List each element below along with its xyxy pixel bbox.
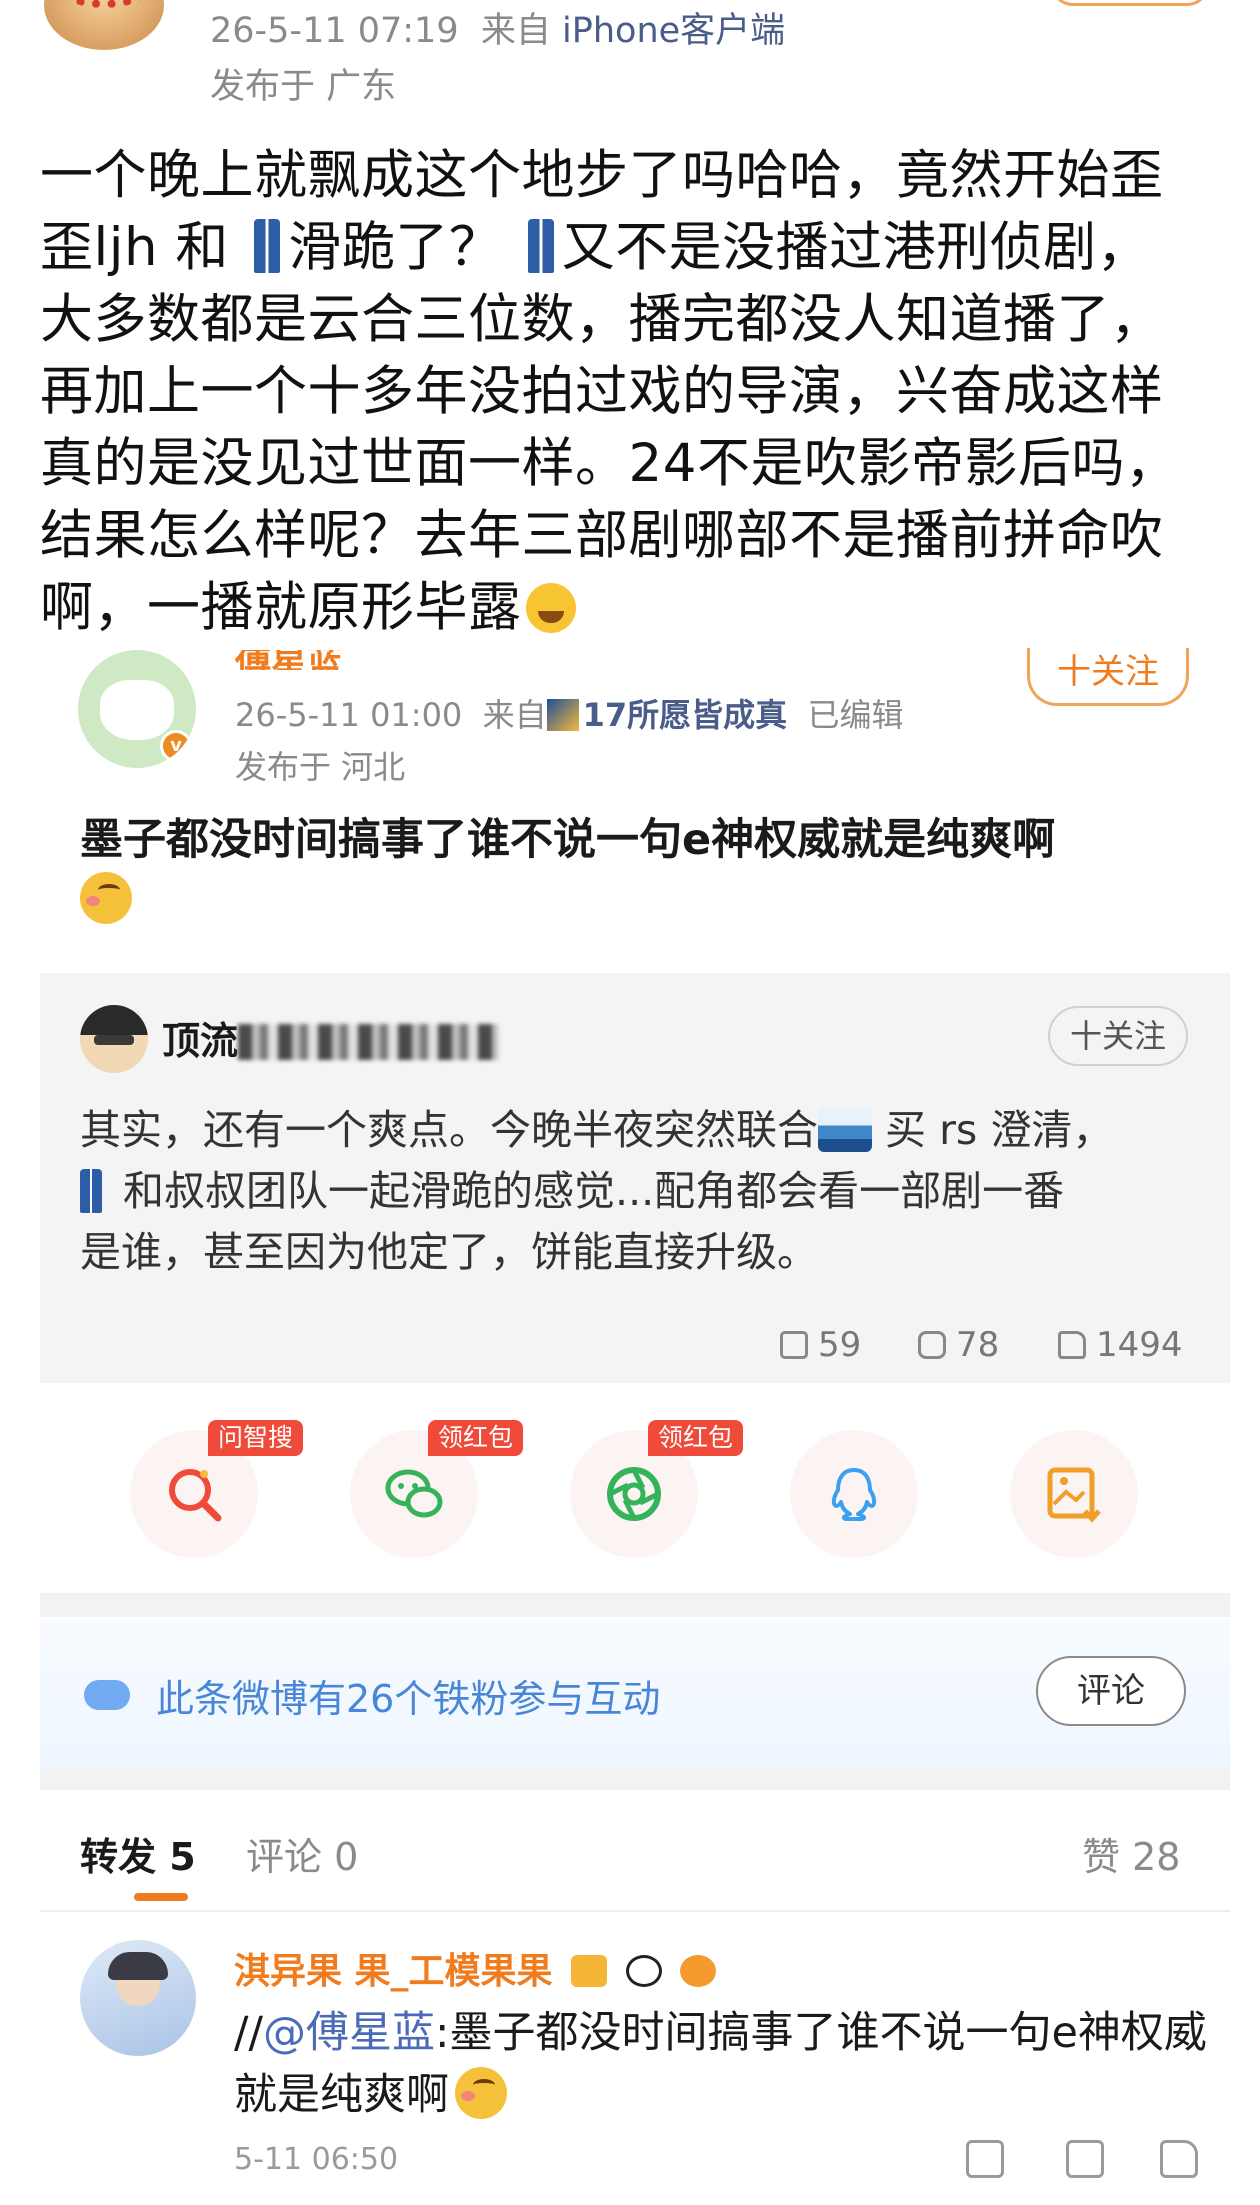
blushing-face-emoji-icon	[80, 872, 132, 924]
like-count-value: 1494	[1096, 1325, 1183, 1365]
repost-icon	[780, 1331, 808, 1359]
active-tab-indicator	[134, 1893, 188, 1901]
quoted-source-prefix: 来自	[482, 696, 547, 734]
card-body: 其实，还有一个爽点。今晚半夜突然联合 买 rs 澄清， 和叔叔团队一起滑跪的感觉…	[80, 1100, 1180, 1283]
redacted-name-blur	[238, 1024, 499, 1060]
quoted-author-avatar[interactable]: v	[78, 650, 196, 768]
like-icon	[1058, 1331, 1086, 1359]
verified-badge-icon: v	[160, 730, 192, 762]
crying-face-emoji-icon	[525, 583, 576, 633]
quoted-post-meta: 26-5-11 01:00 来自 17所愿皆成真 已编辑	[235, 690, 904, 736]
quoted-post-text: 墨子都没时间搞事了谁不说一句e神权威就是纯爽啊	[80, 815, 1056, 865]
section-divider	[40, 1593, 1230, 1617]
repost-author-name[interactable]: 淇异果 果_工模果果	[234, 1951, 553, 1992]
moments-icon	[607, 1467, 661, 1521]
post-timestamp: 26-5-11 07:19	[210, 11, 459, 51]
comment-count[interactable]: 78	[918, 1325, 999, 1365]
jeans-emoji-icon	[80, 1169, 102, 1213]
repost-author-avatar[interactable]	[80, 1940, 196, 2056]
author-avatar[interactable]	[44, 0, 164, 50]
post-line-part: 歪ljh 和	[40, 217, 229, 278]
post-line: 啊，一播就原形毕露	[40, 572, 1230, 644]
panda-badge-icon	[625, 1955, 662, 1987]
repost-body: //@傅星蓝:墨子都没时间搞事了谁不说一句e神权威就是纯爽啊	[234, 2002, 1214, 2126]
tab-likes[interactable]: 赞 28	[1082, 1826, 1180, 1881]
fans-icon	[84, 1680, 130, 1710]
post-meta: 26-5-11 07:19 来自 iPhone客户端	[210, 2, 785, 53]
post-line: 一个晚上就飘成这个地步了吗哈哈，竟然开始歪	[40, 145, 1164, 206]
quoted-author-name[interactable]: 傅星蓝	[235, 650, 535, 670]
post-line: 结果怎么样呢？去年三部剧哪部不是播前拼命吹	[40, 505, 1164, 566]
repost-like-icon[interactable]	[1160, 2140, 1198, 2178]
fans-interaction-text[interactable]: 此条微博有26个铁粉参与互动	[156, 1668, 660, 1723]
jeans-emoji-icon	[254, 219, 281, 273]
source-star-icon	[546, 699, 579, 731]
post-line-part: 又不是没播过港刑侦剧，	[561, 217, 1151, 278]
pufferfish-badge-icon	[680, 1955, 717, 1987]
qq-icon	[831, 1468, 877, 1521]
quoted-timestamp: 26-5-11 01:00	[235, 696, 463, 734]
post-line: 歪ljh 和 滑跪了？ 又不是没播过港刑侦剧，	[40, 212, 1230, 284]
card-line: 其实，还有一个爽点。今晚半夜突然联合 买 rs 澄清，	[80, 1100, 1180, 1161]
repost-count[interactable]: 59	[780, 1325, 861, 1365]
share-qq-button[interactable]	[790, 1430, 918, 1558]
post-line-part: 啊，一播就原形毕露	[40, 577, 522, 638]
quoted-source-name[interactable]: 17所愿皆成真	[583, 696, 788, 734]
card-follow-button[interactable]: 十关注	[1048, 1006, 1188, 1066]
like-count[interactable]: 1494	[1058, 1325, 1183, 1365]
wave-emoji-icon	[818, 1108, 872, 1152]
share-tag: 领红包	[648, 1420, 744, 1456]
quoted-author-name-clip: 傅星蓝	[235, 650, 535, 670]
comment-count-value: 78	[956, 1325, 1000, 1365]
tab-reposts[interactable]: 转发 5	[80, 1826, 196, 1881]
quoted-location: 发布于 河北	[235, 748, 406, 786]
post-location: 发布于 广东	[210, 67, 397, 107]
follow-button[interactable]	[1050, 0, 1210, 6]
post-source-client[interactable]: iPhone客户端	[562, 11, 785, 51]
post-source-prefix: 来自	[480, 11, 551, 51]
card-author-name-text: 顶流	[162, 1019, 239, 1063]
quoted-follow-button[interactable]: 十关注	[1027, 648, 1189, 706]
card-line: 是谁，甚至因为他定了，饼能直接升级。	[80, 1228, 818, 1276]
card-line-part: 其实，还有一个爽点。今晚半夜突然联合	[80, 1106, 818, 1154]
wechat-icon	[385, 1469, 443, 1518]
edited-label: 已编辑	[807, 696, 904, 734]
comment-icon	[918, 1331, 946, 1359]
section-divider	[40, 1768, 1230, 1790]
post-line-part: 滑跪了？	[288, 217, 503, 278]
card-author-name[interactable]: 顶流	[162, 1010, 499, 1065]
post-line: 再加上一个十多年没拍过戏的导演，兴奋成这样	[40, 361, 1164, 422]
crown-badge-icon	[571, 1955, 608, 1987]
share-tag: 领红包	[428, 1420, 524, 1456]
card-author-avatar[interactable]	[80, 1005, 148, 1073]
search-ai-icon	[169, 1469, 222, 1522]
repost-prefix: //	[234, 2008, 263, 2058]
jeans-emoji-icon	[527, 219, 554, 273]
tab-comments[interactable]: 评论 0	[246, 1826, 358, 1881]
repost-count-value: 59	[818, 1325, 862, 1365]
share-save-image-button[interactable]	[1010, 1430, 1138, 1558]
repost-author[interactable]: 淇异果 果_工模果果	[234, 1942, 717, 1994]
card-line-part: 买 rs 澄清，	[885, 1106, 1114, 1154]
save-image-icon	[1047, 1467, 1101, 1523]
repost-time: 5-11 06:50	[234, 2142, 399, 2177]
share-tag: 问智搜	[208, 1420, 304, 1456]
post-line: 大多数都是云合三位数，播完都没人知道播了，	[40, 289, 1164, 350]
repost-comment-icon[interactable]	[1066, 2140, 1104, 2178]
repost-share-icon[interactable]	[966, 2140, 1004, 2178]
card-line-part: 和叔叔团队一起滑跪的感觉...配角都会看一部剧一番	[123, 1167, 1065, 1215]
tab-divider	[40, 1910, 1230, 1912]
blushing-face-emoji-icon	[455, 2067, 507, 2119]
post-body: 一个晚上就飘成这个地步了吗哈哈，竟然开始歪 歪ljh 和 滑跪了？ 又不是没播过…	[40, 140, 1230, 644]
quoted-post-body: 墨子都没时间搞事了谁不说一句e神权威就是纯爽啊	[80, 810, 1200, 930]
card-line: 和叔叔团队一起滑跪的感觉...配角都会看一部剧一番	[80, 1161, 1180, 1222]
comment-button[interactable]: 评论	[1036, 1656, 1186, 1726]
mention-link[interactable]: @傅星蓝	[263, 2008, 435, 2058]
post-line: 真的是没见过世面一样。24不是吹影帝影后吗，	[40, 433, 1179, 494]
